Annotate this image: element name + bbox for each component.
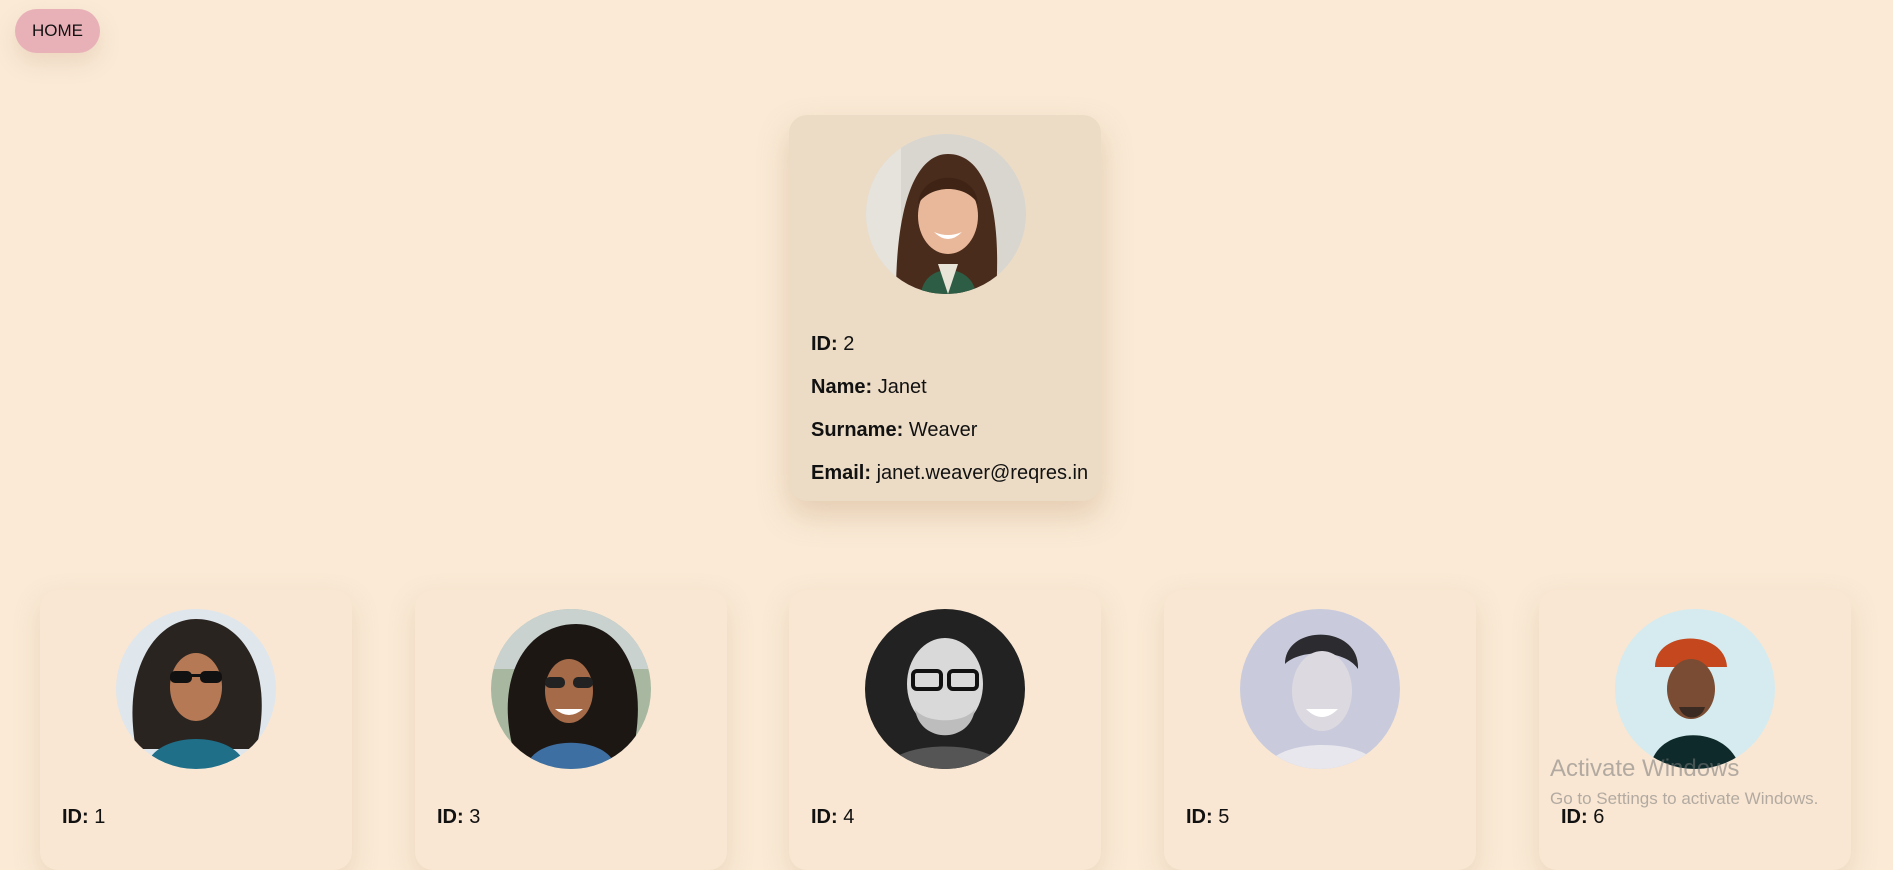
id-label: ID: xyxy=(437,806,464,828)
user-avatar xyxy=(1615,609,1775,769)
user-card[interactable]: ID: 1 xyxy=(40,590,352,870)
id-value: 5 xyxy=(1218,806,1230,828)
user-card[interactable]: ID: 3 xyxy=(415,590,727,870)
id-label: ID: xyxy=(1186,806,1213,828)
id-label: ID: xyxy=(811,806,838,828)
user-avatar xyxy=(865,609,1025,769)
featured-user-card: ID: 2 Name: Janet Surname: Weaver Email:… xyxy=(789,115,1101,501)
id-label: ID: xyxy=(62,806,89,828)
user-card[interactable]: ID: 5 xyxy=(1164,590,1476,870)
user-card[interactable]: ID: 6 xyxy=(1539,590,1851,870)
user-avatar xyxy=(116,609,276,769)
email-label: Email: xyxy=(811,462,872,484)
name-value: Janet xyxy=(877,376,927,398)
id-value: 3 xyxy=(469,806,481,828)
featured-name: Name: Janet xyxy=(811,376,927,399)
user-avatar xyxy=(866,134,1026,294)
user-avatar xyxy=(1240,609,1400,769)
name-label: Name: xyxy=(811,376,873,398)
featured-id: ID: 2 xyxy=(811,333,854,356)
user-id: ID: 4 xyxy=(811,806,854,829)
surname-value: Weaver xyxy=(908,419,978,441)
home-button[interactable]: HOME xyxy=(15,9,100,53)
user-id: ID: 1 xyxy=(62,806,105,829)
surname-label: Surname: xyxy=(811,419,904,441)
user-id: ID: 3 xyxy=(437,806,480,829)
id-label: ID: xyxy=(1561,806,1588,828)
user-card[interactable]: ID: 4 xyxy=(789,590,1101,870)
featured-surname: Surname: Weaver xyxy=(811,419,977,442)
user-id: ID: 6 xyxy=(1561,806,1604,829)
id-label: ID: xyxy=(811,333,838,355)
user-avatar xyxy=(491,609,651,769)
email-value: janet.weaver@reqres.in xyxy=(876,462,1089,484)
id-value: 1 xyxy=(94,806,106,828)
id-value: 6 xyxy=(1593,806,1605,828)
featured-email: Email: janet.weaver@reqres.in xyxy=(811,462,1088,485)
user-id: ID: 5 xyxy=(1186,806,1229,829)
id-value: 4 xyxy=(843,806,855,828)
id-value: 2 xyxy=(843,333,855,355)
